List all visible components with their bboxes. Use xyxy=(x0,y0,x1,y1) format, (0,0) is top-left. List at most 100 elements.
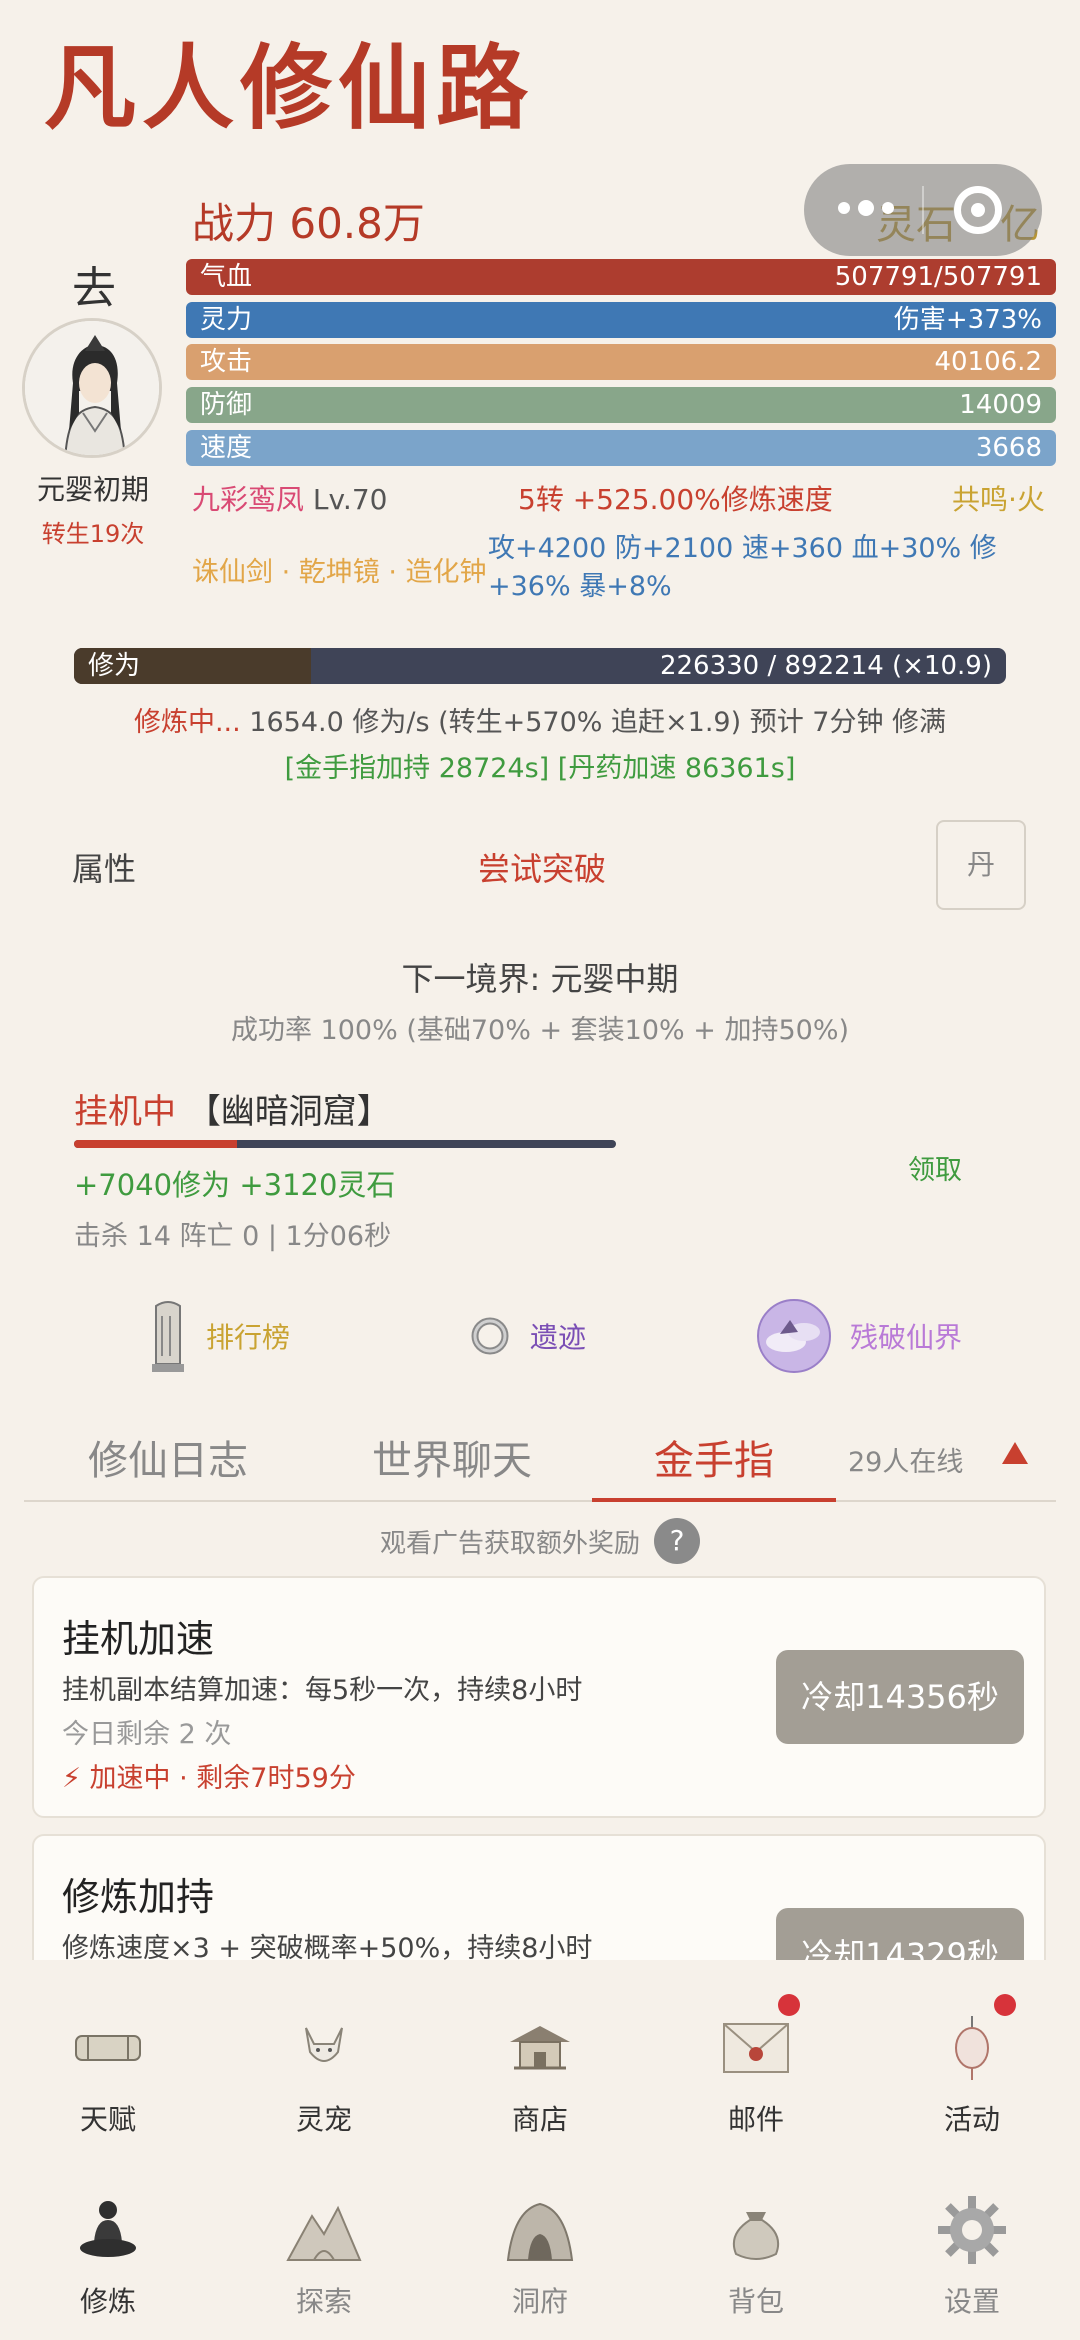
nav-settings[interactable]: 设置 xyxy=(864,2190,1080,2320)
attributes-button[interactable]: 属性 xyxy=(72,844,136,890)
speed-bar: 速度 3668 xyxy=(186,430,1056,466)
spirit-power-value: 伤害+373% xyxy=(893,305,1042,335)
idle-stats: 击杀 14 阵亡 0 | 1分06秒 xyxy=(74,1221,392,1252)
scroll-icon xyxy=(68,2008,148,2088)
idle-location[interactable]: 【幽暗洞窟】 xyxy=(187,1092,391,1132)
nav-label: 背包 xyxy=(727,2285,784,2318)
breakthrough-button[interactable]: 尝试突破 xyxy=(478,844,606,890)
next-realm: 下一境界: 元婴中期 xyxy=(401,960,679,998)
mount-level: Lv.70 xyxy=(312,483,388,516)
nav-label: 洞府 xyxy=(511,2285,568,2318)
idle-status: 挂机中 【幽暗洞窟】 xyxy=(74,1084,391,1133)
nav-cultivate[interactable]: 修炼 xyxy=(0,2190,216,2320)
equipment-bonus: 攻+4200 防+2100 速+360 血+30% 修+36% 暴+8% xyxy=(488,533,997,602)
cultivation-label: 修为 xyxy=(88,651,141,681)
card-title: 挂机加速 xyxy=(62,1617,215,1661)
bag-icon xyxy=(716,2190,796,2270)
spirit-power-label: 灵力 xyxy=(200,305,253,335)
idle-reward: +7040修为 +3120灵石 xyxy=(74,1168,396,1202)
nav-label: 活动 xyxy=(943,2103,1000,2136)
claim-button[interactable]: 领取 xyxy=(908,1148,962,1187)
ring-icon xyxy=(471,1317,509,1355)
rebirth-bonus: 5转 +525.00%修炼速度 xyxy=(518,483,833,516)
resonance: 共鸣·火 xyxy=(952,483,1045,516)
ruins-link[interactable]: 遗迹 xyxy=(468,1296,586,1376)
attack-value: 40106.2 xyxy=(934,347,1042,377)
tab-cultivation-log[interactable]: 修仙日志 xyxy=(88,1428,248,1486)
nav-label: 天赋 xyxy=(79,2103,136,2136)
defense-value: 14009 xyxy=(959,390,1042,420)
tab-world-chat[interactable]: 世界聊天 xyxy=(372,1428,532,1486)
attack-bar: 攻击 40106.2 xyxy=(186,344,1056,380)
leaderboard-label: 排行榜 xyxy=(206,1321,291,1354)
bottom-nav: 天赋 灵宠 商店 邮件 活动 修炼 探索 洞府 背包 设置 xyxy=(0,1960,1080,2340)
nav-shop[interactable]: 商店 xyxy=(432,2008,648,2138)
go-button[interactable]: 去 xyxy=(72,252,116,316)
idle-progress-bar xyxy=(74,1140,616,1148)
idle-status-label: 挂机中 xyxy=(74,1092,176,1132)
nav-explore[interactable]: 探索 xyxy=(216,2190,432,2320)
fox-icon xyxy=(284,2008,364,2088)
nav-events[interactable]: 活动 xyxy=(864,1994,1080,2138)
broken-realm-label: 残破仙界 xyxy=(850,1321,963,1354)
idle-boost-card: 挂机加速 挂机副本结算加速：每5秒一次，持续8小时 今日剩余 2 次 ⚡ 加速中… xyxy=(32,1576,1046,1818)
nav-pet[interactable]: 灵宠 xyxy=(216,2008,432,2138)
defense-bar: 防御 14009 xyxy=(186,387,1056,423)
help-icon[interactable]: ? xyxy=(654,1518,700,1564)
nav-label: 灵宠 xyxy=(295,2103,352,2136)
collapse-triangle-icon[interactable] xyxy=(1002,1442,1028,1464)
card-title: 修炼加持 xyxy=(62,1875,215,1919)
cultivation-value: 226330 / 892214 (×10.9) xyxy=(659,651,992,681)
attack-label: 攻击 xyxy=(200,347,253,377)
lantern-icon xyxy=(932,1994,1016,2088)
hp-value: 507791/507791 xyxy=(834,262,1042,292)
realm-name: 元婴初期 xyxy=(36,473,149,506)
pavilion-icon xyxy=(500,2008,580,2088)
nav-talent[interactable]: 天赋 xyxy=(0,2008,216,2138)
active-tab-indicator xyxy=(592,1498,836,1502)
stele-icon xyxy=(152,1301,184,1372)
ad-note-text: 观看广告获取额外奖励 xyxy=(379,1528,640,1559)
success-rate: 成功率 100% (基础70% + 套装10% + 加持50%) xyxy=(230,1015,850,1046)
tab-bar: 修仙日志 世界聊天 金手指 29人在线 xyxy=(24,1418,1056,1502)
cultivation-status-prefix: 修炼中... xyxy=(133,707,241,738)
nav-label: 设置 xyxy=(943,2285,1000,2318)
leaderboard-link[interactable]: 排行榜 xyxy=(148,1296,290,1376)
cultivation-status-text: 1654.0 修为/s (转生+570% 追赶×1.9) 预计 7分钟 修满 xyxy=(240,707,947,738)
cultivation-status: 修炼中... 1654.0 修为/s (转生+570% 追赶×1.9) 预计 7… xyxy=(0,700,1080,739)
nav-label: 修炼 xyxy=(79,2285,136,2318)
cultivation-bar: 修为 226330 / 892214 (×10.9) xyxy=(74,648,1006,684)
nav-bag[interactable]: 背包 xyxy=(648,2190,864,2320)
notification-badge xyxy=(778,1994,800,2016)
capsule-divider xyxy=(922,186,924,234)
tab-golden-finger[interactable]: 金手指 xyxy=(654,1428,774,1486)
nav-cave[interactable]: 洞府 xyxy=(432,2190,648,2320)
gear-icon xyxy=(932,2190,1012,2270)
hp-bar: 气血 507791/507791 xyxy=(186,259,1056,295)
close-circle-icon[interactable] xyxy=(954,186,1002,234)
cooldown-button[interactable]: 冷却14356秒 xyxy=(776,1650,1024,1744)
card-remaining: 今日剩余 2 次 xyxy=(62,1719,232,1750)
nav-label: 商店 xyxy=(511,2103,568,2136)
ad-note: 观看广告获取额外奖励 ? xyxy=(0,1518,1080,1564)
nav-label: 探索 xyxy=(295,2285,352,2318)
game-title: 凡人修仙路 xyxy=(44,34,535,142)
speed-label: 速度 xyxy=(200,433,253,463)
avatar[interactable] xyxy=(22,318,162,458)
notification-badge xyxy=(994,1994,1016,2016)
envelope-icon xyxy=(716,1994,800,2088)
pill-button[interactable]: 丹 xyxy=(936,820,1026,910)
more-icon[interactable] xyxy=(838,200,894,216)
rebirth-count: 转生19次 xyxy=(41,520,145,548)
mount-info[interactable]: 九彩鸾凤 Lv.70 xyxy=(192,478,387,518)
mount-name: 九彩鸾凤 xyxy=(192,483,305,516)
meditation-icon xyxy=(68,2190,148,2270)
idle-progress-fill xyxy=(74,1140,237,1148)
broken-realm-link[interactable]: 残破仙界 xyxy=(756,1296,962,1376)
spirit-power-bar: 灵力 伤害+373% xyxy=(186,302,1056,338)
nav-mail[interactable]: 邮件 xyxy=(648,1994,864,2138)
equipment-set[interactable]: 诛仙剑 · 乾坤镜 · 造化钟 xyxy=(192,550,487,589)
cultivation-boosts: [金手指加持 28724s] [丹药加速 86361s] xyxy=(284,753,796,784)
hp-label: 气血 xyxy=(200,262,253,292)
miniprogram-capsule[interactable] xyxy=(804,164,1042,256)
